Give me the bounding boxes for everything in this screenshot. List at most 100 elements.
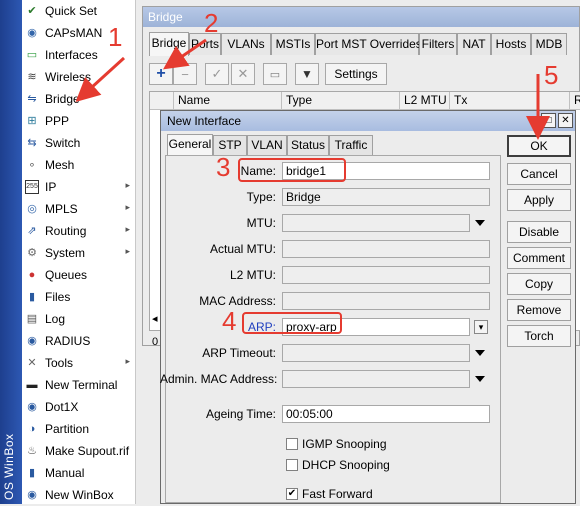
capsman-icon: ◉ — [27, 27, 37, 39]
arp-dropdown-icon[interactable]: ▾ — [474, 320, 488, 334]
column-type[interactable]: Type — [282, 92, 400, 110]
admin-mac-dropdown-icon[interactable] — [475, 376, 485, 382]
sidebar-item-log[interactable]: ▤ Log — [22, 308, 136, 330]
sidebar-item-label: Wireless — [45, 70, 92, 84]
tab-general[interactable]: General — [167, 134, 213, 156]
tab-mdb[interactable]: MDB — [531, 33, 567, 55]
submenu-arrow-icon: ▸ — [125, 202, 130, 212]
scroll-left-icon[interactable]: ◂ — [152, 312, 158, 325]
tab-mstis[interactable]: MSTIs — [271, 33, 315, 55]
sidebar-item-label: CAPsMAN — [45, 26, 103, 40]
arp-timeout-dropdown-icon[interactable] — [475, 350, 485, 356]
system-icon: ⚙ — [27, 247, 37, 259]
submenu-arrow-icon: ▸ — [125, 356, 130, 366]
sidebar-item-radius[interactable]: ◉ RADIUS — [22, 330, 136, 352]
arp-timeout-input[interactable] — [282, 344, 470, 362]
cancel-button[interactable]: Cancel — [507, 163, 571, 185]
sidebar-item-label: Dot1X — [45, 400, 79, 414]
tab-nat[interactable]: NAT — [457, 33, 491, 55]
mesh-icon: ∘ — [28, 159, 36, 171]
add-button[interactable]: + — [149, 63, 173, 85]
filter-icon: ▼ — [301, 67, 313, 81]
sidebar-item-ip[interactable]: 255 IP ▸ — [22, 176, 136, 198]
sidebar-item-partition[interactable]: ◑ Partition — [22, 418, 136, 440]
sidebar-item-label: Quick Set — [45, 4, 98, 18]
sidebar-item-quick-set[interactable]: ✔ Quick Set — [22, 0, 136, 22]
ageing-time-label: Ageing Time: — [205, 407, 276, 421]
mpls-icon: ◎ — [27, 203, 37, 215]
dhcp-snooping-checkbox[interactable] — [286, 459, 298, 471]
tab-vlans[interactable]: VLANs — [221, 33, 271, 55]
comment-button[interactable]: Comment — [507, 247, 571, 269]
column-blank — [150, 92, 174, 110]
disable-button[interactable]: Disable — [507, 221, 571, 243]
enable-button[interactable]: ✓ — [205, 63, 229, 85]
sidebar-item-label: Queues — [45, 268, 88, 282]
tab-port-mst-overrides[interactable]: Port MST Overrides — [315, 33, 422, 55]
terminal-icon: ▬ — [26, 379, 38, 391]
files-icon: ▮ — [28, 291, 36, 303]
sidebar-item-manual[interactable]: ▮ Manual — [22, 462, 136, 484]
annotation-step-2: 2 — [204, 8, 219, 38]
sidebar-item-switch[interactable]: ⇆ Switch — [22, 132, 136, 154]
sidebar-item-new-winbox[interactable]: ◉ New WinBox — [22, 484, 136, 506]
column-name[interactable]: Name — [174, 92, 282, 110]
l2-mtu-label: L2 MTU: — [229, 268, 276, 282]
remove-button[interactable]: − — [173, 63, 197, 85]
ageing-time-input[interactable]: 00:05:00 — [282, 405, 490, 423]
close-button[interactable]: ✕ — [558, 113, 573, 128]
sidebar-item-wireless[interactable]: ≋ Wireless — [22, 66, 136, 88]
copy-button[interactable]: Copy — [507, 273, 571, 295]
remove-button[interactable]: Remove — [507, 299, 571, 321]
sidebar-item-ppp[interactable]: ⊞ PPP — [22, 110, 136, 132]
disable-button[interactable]: ✕ — [231, 63, 255, 85]
ppp-icon: ⊞ — [27, 115, 37, 127]
sidebar-item-label: New Terminal — [45, 378, 118, 392]
tab-hosts[interactable]: Hosts — [491, 33, 531, 55]
fast-forward-label: Fast Forward — [302, 487, 373, 501]
sidebar-item-dot1x[interactable]: ◉ Dot1X — [22, 396, 136, 418]
annotation-step-3: 3 — [216, 152, 231, 182]
tab-status[interactable]: Status — [287, 135, 329, 155]
mtu-input[interactable] — [282, 214, 470, 232]
igmp-snooping-checkbox[interactable] — [286, 438, 298, 450]
submenu-arrow-icon: ▸ — [125, 224, 130, 234]
column-tx[interactable]: Tx — [450, 92, 570, 110]
fast-forward-checkbox[interactable]: ✔ — [286, 488, 298, 500]
queues-icon: ● — [28, 269, 36, 281]
sidebar-item-mpls[interactable]: ◎ MPLS ▸ — [22, 198, 136, 220]
column-l2mtu[interactable]: L2 MTU — [400, 92, 450, 110]
sidebar-item-label: System — [45, 246, 86, 260]
sidebar-item-bridge[interactable]: ⇋ Bridge — [22, 88, 136, 110]
mtu-dropdown-icon[interactable] — [475, 220, 485, 226]
tab-vlan[interactable]: VLAN — [247, 135, 287, 155]
column-rx[interactable]: Rx — [570, 92, 580, 110]
tab-traffic[interactable]: Traffic — [329, 135, 373, 155]
tab-filters[interactable]: Filters — [419, 33, 457, 55]
apply-button[interactable]: Apply — [507, 189, 571, 211]
torch-button[interactable]: Torch — [507, 325, 571, 347]
sidebar-item-system[interactable]: ⚙ System ▸ — [22, 242, 136, 264]
filter-button[interactable]: ▼ — [295, 63, 319, 85]
wireless-icon: ≋ — [27, 71, 37, 83]
admin-mac-label: Admin. MAC Address: — [160, 372, 278, 386]
sidebar-item-files[interactable]: ▮ Files — [22, 286, 136, 308]
log-icon: ▤ — [26, 313, 38, 325]
sidebar-item-queues[interactable]: ● Queues — [22, 264, 136, 286]
comment-button[interactable]: ▭ — [263, 63, 287, 85]
type-value: Bridge — [282, 188, 490, 206]
admin-mac-input[interactable] — [282, 370, 470, 388]
sidebar-item-make-supout-rif[interactable]: ♨ Make Supout.rif — [22, 440, 136, 462]
sidebar-item-label: Files — [45, 290, 71, 304]
sidebar-item-mesh[interactable]: ∘ Mesh — [22, 154, 136, 176]
sidebar-item-label: Manual — [45, 466, 85, 480]
ok-button[interactable]: OK — [507, 135, 571, 157]
submenu-arrow-icon: ▸ — [125, 180, 130, 190]
check-mark-icon: ✔ — [287, 488, 297, 499]
tab-bridge[interactable]: Bridge — [149, 32, 189, 56]
sidebar-item-tools[interactable]: ✕ Tools ▸ — [22, 352, 136, 374]
restore-button[interactable]: □ — [541, 113, 556, 128]
settings-button[interactable]: Settings — [325, 63, 387, 85]
sidebar-item-routing[interactable]: ⇗ Routing ▸ — [22, 220, 136, 242]
sidebar-item-new-terminal[interactable]: ▬ New Terminal — [22, 374, 136, 396]
